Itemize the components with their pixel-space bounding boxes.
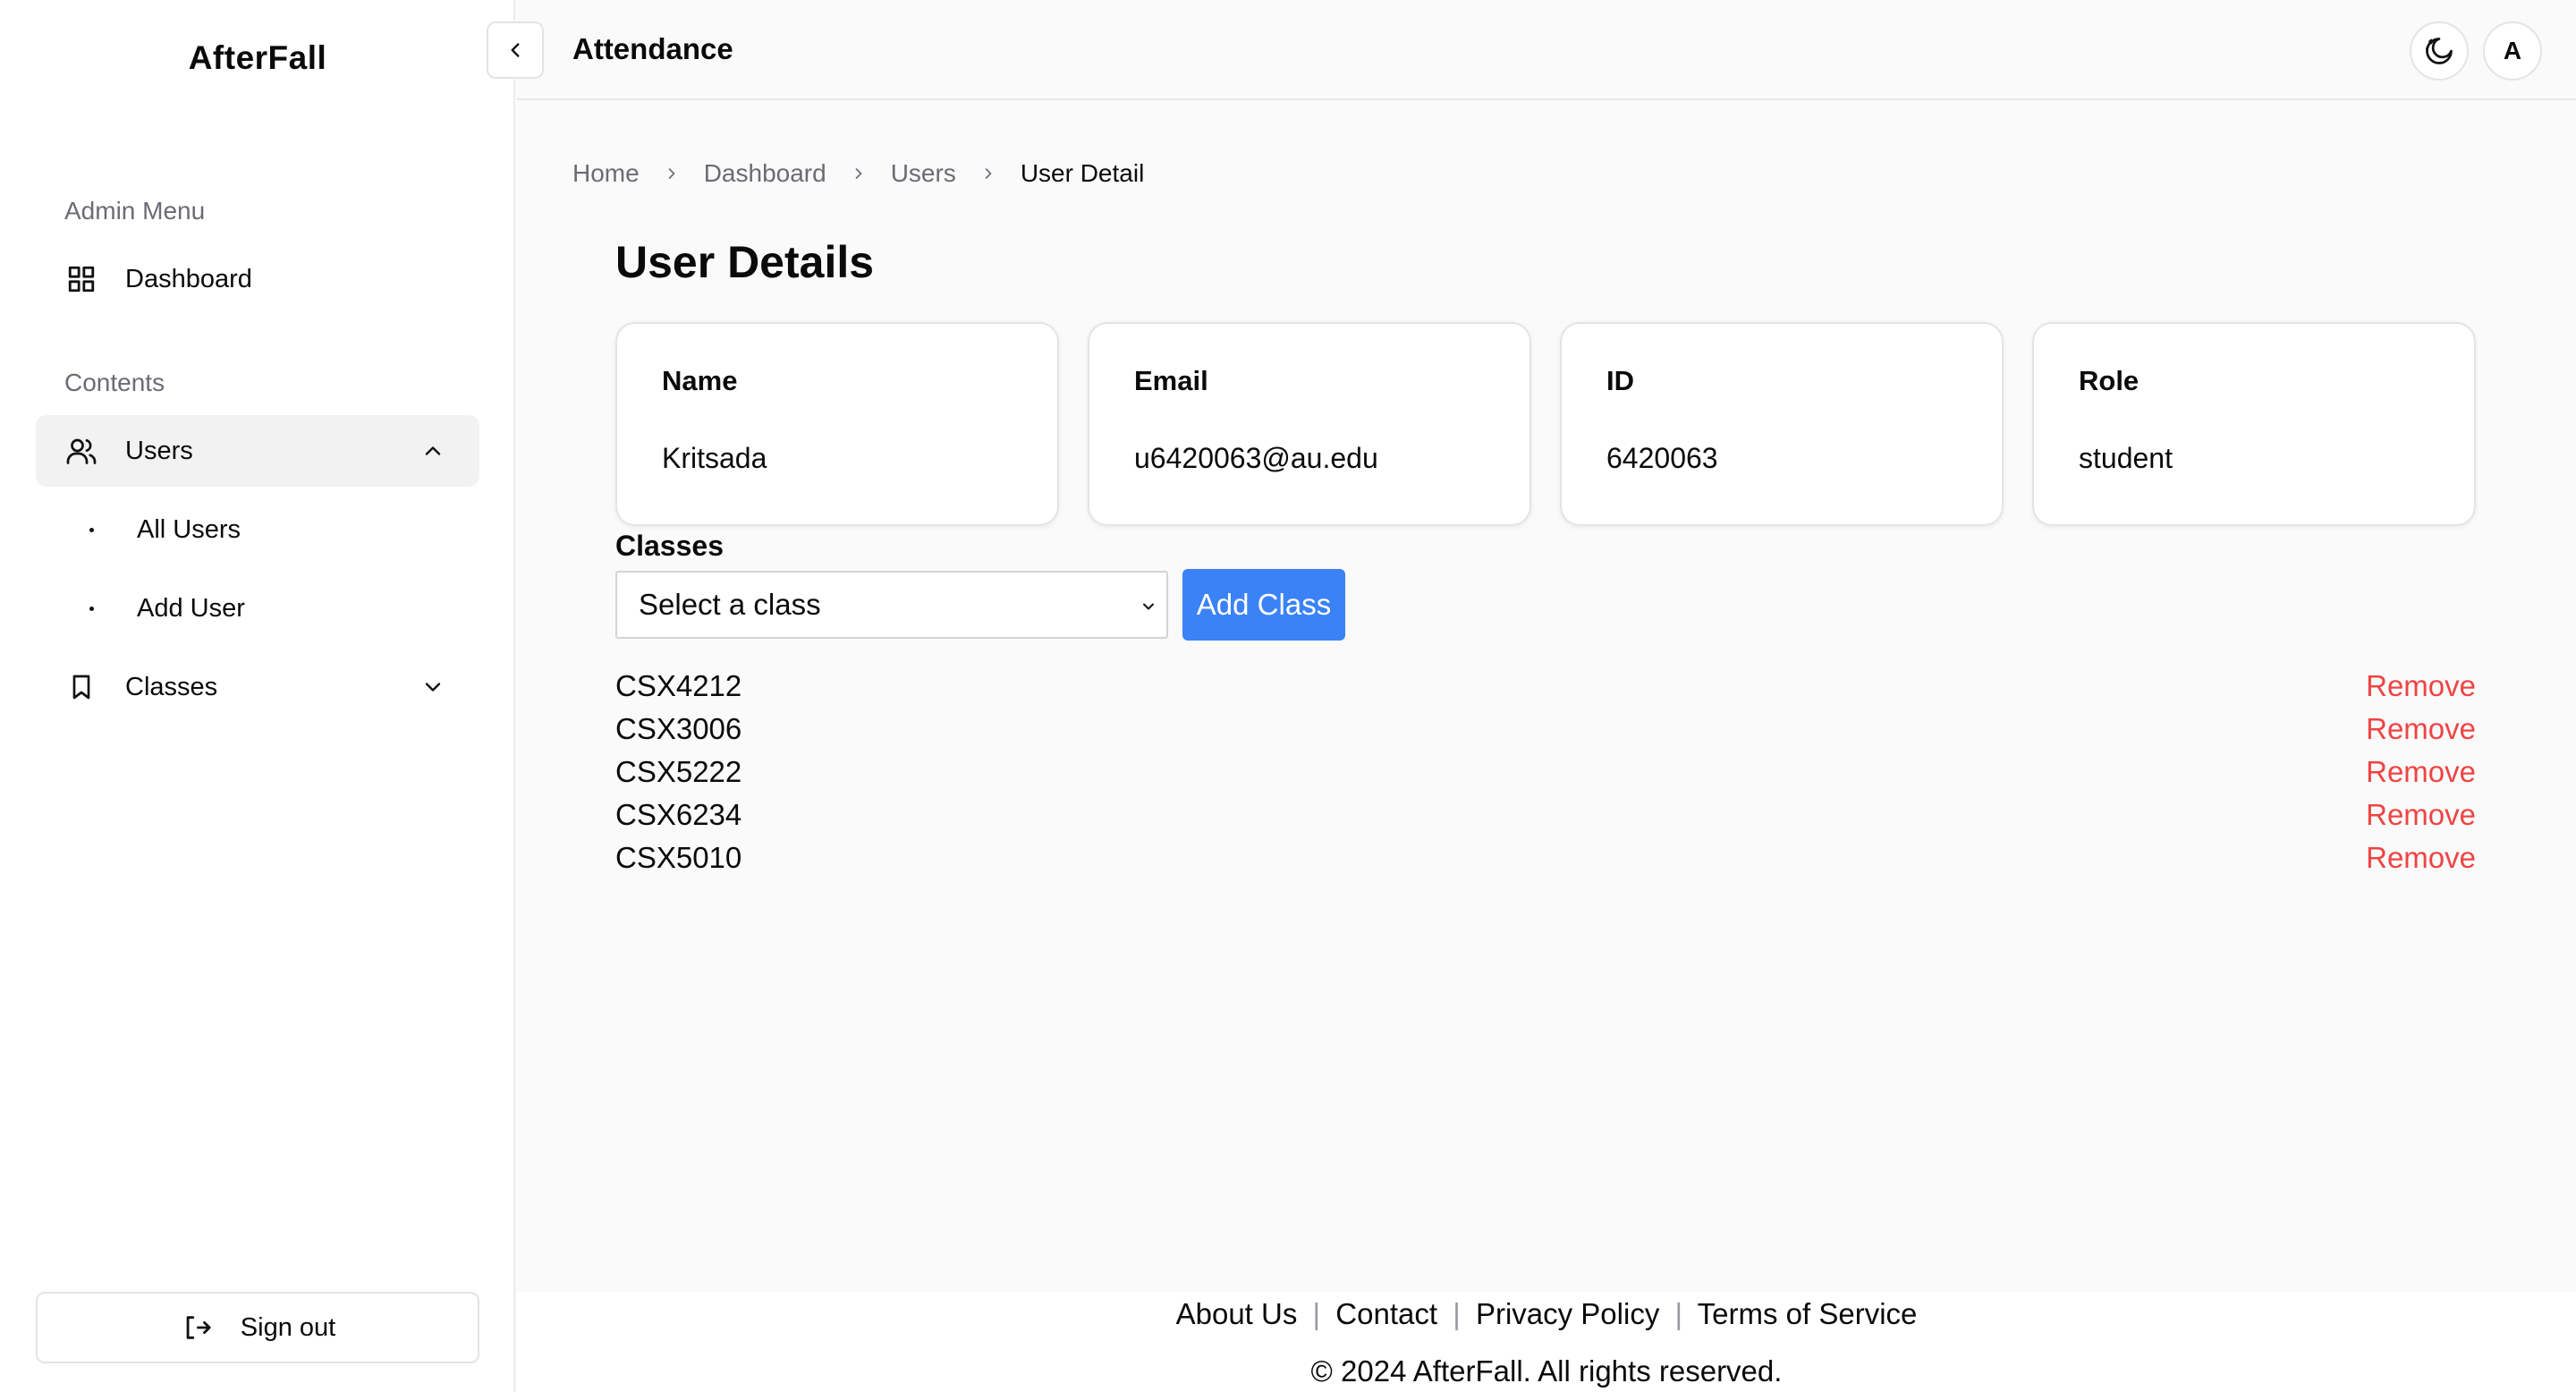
bullet-dot bbox=[89, 606, 94, 611]
class-row: CSX4212 Remove bbox=[615, 669, 2476, 712]
id-card: ID 6420063 bbox=[1560, 322, 2004, 526]
brand-logo: AfterFall bbox=[188, 39, 327, 76]
card-value: 6420063 bbox=[1606, 442, 1718, 474]
sidebar-subitem-label: All Users bbox=[137, 514, 242, 544]
breadcrumb-dashboard[interactable]: Dashboard bbox=[704, 159, 826, 188]
admin-menu-label: Admin Menu bbox=[64, 197, 206, 225]
breadcrumb: Home Dashboard Users User Detail bbox=[572, 159, 1144, 188]
sidebar-item-label: Classes bbox=[125, 672, 218, 701]
remove-class-button[interactable]: Remove bbox=[2366, 712, 2476, 746]
classes-section-label: Classes bbox=[615, 530, 724, 562]
breadcrumb-current: User Detail bbox=[1020, 159, 1145, 187]
sign-out-label: Sign out bbox=[240, 1312, 336, 1342]
theme-toggle-button[interactable] bbox=[2410, 21, 2469, 81]
class-row: CSX5010 Remove bbox=[615, 841, 2476, 884]
sidebar-subitem-add-user[interactable]: Add User bbox=[89, 581, 245, 635]
remove-class-button[interactable]: Remove bbox=[2366, 669, 2476, 703]
card-label: Name bbox=[662, 365, 738, 396]
class-row: CSX3006 Remove bbox=[615, 712, 2476, 755]
add-class-button[interactable]: Add Class bbox=[1182, 569, 1345, 641]
breadcrumb-home[interactable]: Home bbox=[572, 159, 640, 188]
chevron-right-icon bbox=[848, 163, 869, 184]
footer-links: About Us | Contact | Privacy Policy | Te… bbox=[517, 1297, 2576, 1331]
sidebar-item-label: Users bbox=[125, 436, 193, 465]
sidebar-item-dashboard[interactable]: Dashboard bbox=[36, 243, 479, 315]
name-card: Name Kritsada bbox=[615, 322, 1059, 526]
sidebar-item-classes[interactable]: Classes bbox=[36, 651, 479, 723]
breadcrumb-users[interactable]: Users bbox=[891, 159, 956, 188]
chevron-up-icon bbox=[417, 435, 449, 467]
bookmark-icon bbox=[64, 670, 98, 704]
page-title: User Details bbox=[615, 237, 875, 287]
card-label: Role bbox=[2079, 365, 2140, 396]
chevron-down-icon bbox=[417, 671, 449, 703]
class-row: CSX5222 Remove bbox=[615, 755, 2476, 798]
chevron-left-icon bbox=[504, 38, 527, 62]
users-icon bbox=[64, 434, 98, 468]
footer-separator: | bbox=[1312, 1297, 1321, 1330]
sidebar-subitem-label: Add User bbox=[137, 593, 245, 623]
footer-separator: | bbox=[1453, 1297, 1461, 1330]
copyright-text: © 2024 AfterFall. All rights reserved. bbox=[1310, 1354, 1783, 1388]
remove-class-button[interactable]: Remove bbox=[2366, 841, 2476, 875]
footer-link-about[interactable]: About Us bbox=[1176, 1297, 1298, 1330]
class-code: CSX5222 bbox=[615, 755, 742, 788]
card-value: student bbox=[2079, 442, 2173, 474]
top-header: Attendance A bbox=[487, 0, 2576, 100]
chevron-down-icon bbox=[1138, 596, 1159, 617]
class-code: CSX5010 bbox=[615, 841, 742, 874]
class-code: CSX6234 bbox=[615, 798, 742, 831]
class-code: CSX3006 bbox=[615, 712, 742, 745]
header-title: Attendance bbox=[572, 32, 733, 65]
bullet-dot bbox=[89, 527, 94, 532]
footer-separator: | bbox=[1674, 1297, 1683, 1330]
footer: About Us | Contact | Privacy Policy | Te… bbox=[517, 1292, 2576, 1392]
role-card: Role student bbox=[2032, 322, 2476, 526]
footer-link-contact[interactable]: Contact bbox=[1335, 1297, 1437, 1330]
card-label: Email bbox=[1134, 365, 1208, 396]
sidebar-subitem-all-users[interactable]: All Users bbox=[89, 503, 241, 556]
contents-label: Contents bbox=[64, 369, 165, 396]
moon-stars-icon bbox=[2423, 35, 2455, 67]
class-code: CSX4212 bbox=[615, 669, 742, 702]
dashboard-grid-icon bbox=[64, 262, 98, 296]
email-card: Email u6420063@au.edu bbox=[1088, 322, 1531, 526]
avatar-initial: A bbox=[2503, 37, 2522, 64]
collapse-sidebar-button[interactable] bbox=[487, 21, 544, 79]
class-select-value: Select a class bbox=[639, 588, 821, 621]
footer-link-terms[interactable]: Terms of Service bbox=[1698, 1297, 1918, 1330]
log-out-icon bbox=[180, 1311, 214, 1345]
remove-class-button[interactable]: Remove bbox=[2366, 798, 2476, 832]
card-value: Kritsada bbox=[662, 442, 767, 474]
class-row: CSX6234 Remove bbox=[615, 798, 2476, 841]
remove-class-button[interactable]: Remove bbox=[2366, 755, 2476, 789]
user-avatar-button[interactable]: A bbox=[2483, 21, 2542, 81]
chevron-right-icon bbox=[978, 163, 999, 184]
sign-out-button[interactable]: Sign out bbox=[36, 1292, 479, 1363]
sidebar-item-users[interactable]: Users bbox=[36, 415, 479, 487]
card-value: u6420063@au.edu bbox=[1134, 442, 1378, 474]
sidebar-item-label: Dashboard bbox=[125, 264, 252, 293]
chevron-right-icon bbox=[661, 163, 682, 184]
sidebar: AfterFall Admin Menu Dashboard Contents … bbox=[0, 0, 515, 1392]
class-select[interactable]: Select a class bbox=[615, 571, 1168, 639]
footer-link-privacy[interactable]: Privacy Policy bbox=[1476, 1297, 1659, 1330]
card-label: ID bbox=[1606, 365, 1634, 396]
